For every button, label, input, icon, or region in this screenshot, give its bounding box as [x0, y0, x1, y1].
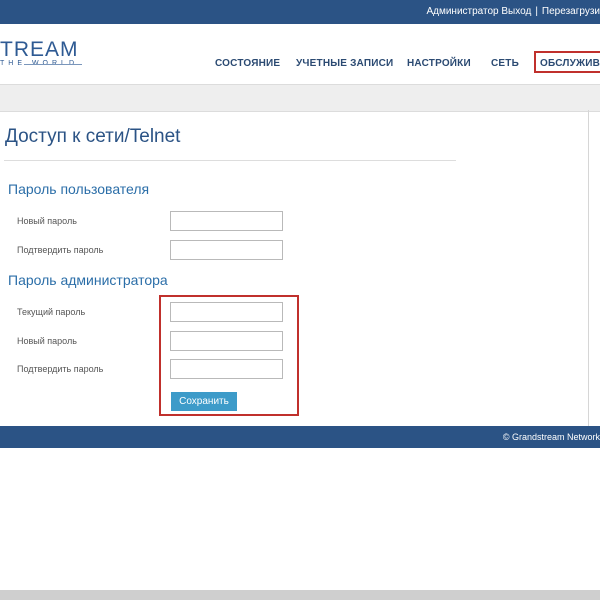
page-title: Доступ к сети/Telnet: [5, 126, 181, 147]
copyright-text: © Grandstream Network: [502, 432, 600, 442]
user-new-password-input[interactable]: [170, 211, 283, 231]
nav-maintenance-highlight: [534, 51, 600, 73]
horizontal-scrollbar[interactable]: [0, 590, 600, 600]
nav-status[interactable]: СОСТОЯНИЕ: [215, 58, 280, 69]
nav-network[interactable]: СЕТЬ: [491, 58, 519, 69]
nav-settings[interactable]: НАСТРОЙКИ: [407, 58, 471, 69]
top-links: Администратор Выход | Перезагрузи: [426, 0, 600, 24]
reboot-link[interactable]: Перезагрузи: [542, 6, 600, 17]
logout-link[interactable]: Выход: [501, 6, 531, 17]
link-separator: |: [535, 6, 538, 17]
footer: © Grandstream Network: [0, 426, 600, 448]
user-new-password-label: Новый пароль: [17, 216, 77, 226]
admin-fields-highlight: [159, 295, 299, 416]
admin-password-title: Пароль администратора: [8, 272, 168, 288]
user-confirm-password-input[interactable]: [170, 240, 283, 260]
admin-confirm-password-label: Подтвердить пароль: [17, 364, 104, 374]
top-bar: Администратор Выход | Перезагрузи: [0, 0, 600, 24]
title-divider: [4, 160, 456, 161]
nav-accounts[interactable]: УЧЕТНЫЕ ЗАПИСИ: [296, 58, 393, 69]
submenu-bar: [0, 84, 600, 112]
user-password-title: Пароль пользователя: [8, 181, 150, 197]
logo[interactable]: TREAM: [0, 38, 79, 62]
admin-new-password-label: Новый пароль: [17, 336, 77, 346]
logo-divider: [24, 64, 82, 65]
user-name: Администратор: [426, 6, 499, 17]
user-confirm-password-label: Подтвердить пароль: [17, 245, 104, 255]
header: TREAM THE WORLD СОСТОЯНИЕ УЧЕТНЫЕ ЗАПИСИ…: [0, 24, 600, 84]
content-border: [588, 110, 589, 426]
admin-current-password-label: Текущий пароль: [17, 307, 86, 317]
